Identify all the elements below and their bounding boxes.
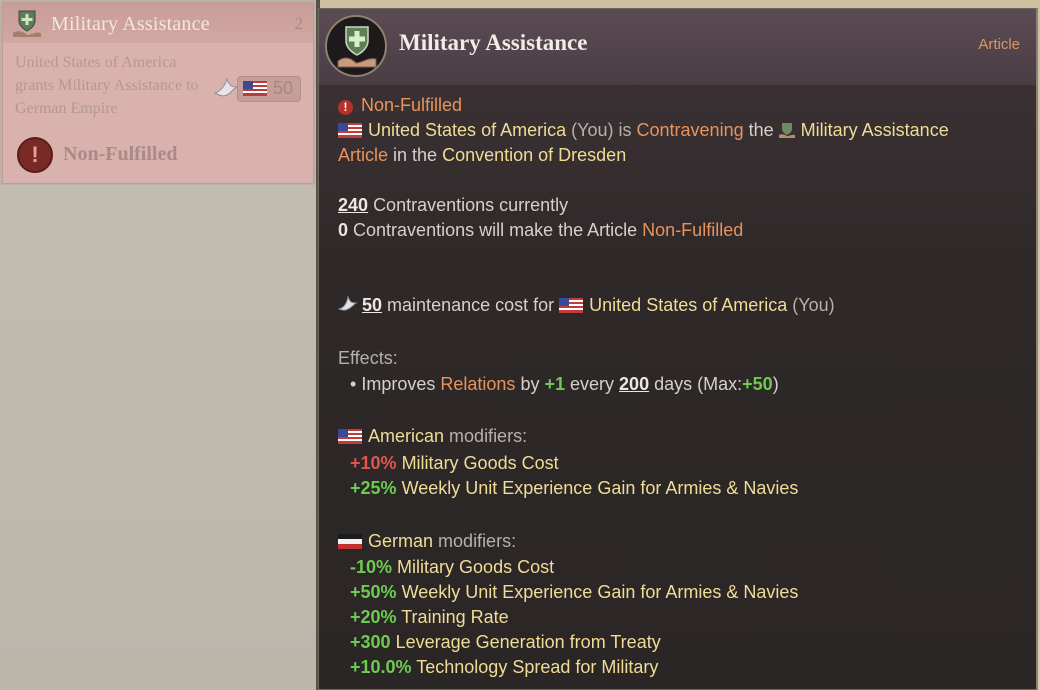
- contraventions-threshold-value: 0: [338, 220, 349, 240]
- country-link[interactable]: United States of America: [368, 120, 566, 140]
- maintenance-value[interactable]: 50: [362, 295, 382, 315]
- german-mod-row: +300 Leverage Generation from Treaty: [338, 630, 661, 654]
- modifier-text: Training Rate: [401, 607, 509, 627]
- article-cost-value: 50: [273, 78, 294, 98]
- convention-line: Article in the Convention of Dresden: [338, 143, 626, 167]
- military-assistance-icon: [13, 10, 41, 37]
- german-mod-row: +10.0% Technology Spread for Military: [338, 655, 658, 679]
- every-text: every: [570, 374, 615, 394]
- maintenance-country-link[interactable]: United States of America: [589, 295, 787, 315]
- military-assistance-small-icon: [778, 123, 795, 138]
- status-line: ! Non-Fulfilled: [338, 93, 462, 117]
- by-text: by: [520, 374, 540, 394]
- german-modifiers-header: German modifiers:: [338, 529, 516, 553]
- contravening-text: Contravening: [636, 120, 744, 140]
- german-mod-row: -10% Military Goods Cost: [338, 555, 554, 579]
- us-flag-icon: [338, 429, 362, 444]
- article-link[interactable]: Military Assistance: [801, 120, 949, 140]
- contravening-line: United States of America (You) is Contra…: [338, 118, 949, 142]
- german-mod-row: +20% Training Rate: [338, 605, 509, 629]
- article-card-status: Non-Fulfilled: [63, 143, 178, 165]
- contraventions-current-line: 240 Contraventions currently: [338, 193, 568, 217]
- tooltip-emblem: [325, 15, 387, 77]
- modifier-text: Military Goods Cost: [397, 557, 555, 577]
- modifier-text: Weekly Unit Experience Gain for Armies &…: [401, 582, 799, 602]
- modifier-value: +20%: [350, 607, 397, 627]
- modifier-text: Leverage Generation from Treaty: [395, 632, 661, 652]
- modifier-text: Technology Spread for Military: [416, 657, 659, 677]
- maintenance-line: 50 maintenance cost for United States of…: [338, 293, 835, 317]
- military-assistance-icon: [337, 26, 377, 68]
- threshold-status: Non-Fulfilled: [642, 220, 744, 240]
- tooltip-header: Military Assistance Article: [319, 9, 1036, 85]
- in-the-text: in the: [393, 145, 438, 165]
- alert-icon: !: [338, 100, 353, 115]
- us-flag-icon: [559, 298, 584, 313]
- modifier-value: +300: [350, 632, 391, 652]
- dove-icon: [338, 295, 358, 311]
- article-count: 2: [294, 14, 304, 33]
- effects-label: Effects:: [338, 348, 398, 368]
- relations-max: +50: [742, 374, 773, 394]
- article-card-title: Military Assistance: [51, 13, 210, 35]
- article-word: Article: [338, 145, 389, 165]
- the-text: the: [748, 120, 774, 140]
- relations-amount: +1: [544, 374, 565, 394]
- improves-text: Improves: [361, 374, 436, 394]
- contraventions-current-text: Contraventions currently: [373, 195, 569, 215]
- days-text: days (Max:: [654, 374, 743, 394]
- modifiers-suffix: modifiers:: [438, 531, 517, 551]
- modifier-value: -10%: [350, 557, 393, 577]
- convention-link[interactable]: Convention of Dresden: [442, 145, 626, 165]
- modifier-value: +10%: [350, 453, 397, 473]
- tooltip-type-label: Article: [978, 36, 1020, 53]
- relations-link[interactable]: Relations: [440, 374, 515, 394]
- contraventions-current-value[interactable]: 240: [338, 195, 368, 215]
- status-text: Non-Fulfilled: [361, 95, 463, 115]
- german-label[interactable]: German: [368, 531, 433, 551]
- german-empire-flag-icon: [338, 534, 362, 549]
- article-tooltip: Military Assistance Article ! Non-Fulfill…: [318, 8, 1038, 690]
- article-card-description: United States of America grants Military…: [15, 54, 199, 117]
- maintenance-text: maintenance cost for: [387, 295, 555, 315]
- tooltip-title: Military Assistance: [399, 30, 588, 55]
- modifier-value: +25%: [350, 478, 397, 498]
- article-card[interactable]: Military Assistance 2 United States of A…: [2, 2, 314, 184]
- american-label[interactable]: American: [368, 426, 444, 446]
- you-text: (You) is: [571, 120, 632, 140]
- alert-icon: !: [17, 137, 53, 173]
- contraventions-threshold-text: Contraventions will make the Article: [353, 220, 638, 240]
- german-mod-row: +50% Weekly Unit Experience Gain for Arm…: [338, 580, 798, 604]
- effects-line: • Improves Relations by +1 every 200 day…: [338, 372, 779, 396]
- days-value[interactable]: 200: [619, 374, 649, 394]
- modifier-value: +10.0%: [350, 657, 412, 677]
- us-flag-icon: [338, 123, 362, 138]
- modifier-text: Weekly Unit Experience Gain for Armies &…: [401, 478, 799, 498]
- close-paren: ): [772, 374, 779, 394]
- us-flag-icon: [243, 81, 267, 96]
- american-mod-row: +10% Military Goods Cost: [338, 451, 559, 475]
- article-cost-badge[interactable]: 50: [213, 73, 303, 103]
- bullet: •: [350, 374, 357, 394]
- panel-background: [0, 185, 318, 690]
- american-modifiers-header: American modifiers:: [338, 424, 527, 448]
- modifier-text: Military Goods Cost: [401, 453, 559, 473]
- modifier-value: +50%: [350, 582, 397, 602]
- contraventions-threshold-line: 0 Contraventions will make the Article N…: [338, 218, 743, 242]
- modifiers-suffix: modifiers:: [449, 426, 528, 446]
- maintenance-you-text: (You): [792, 295, 835, 315]
- american-mod-row: +25% Weekly Unit Experience Gain for Arm…: [338, 476, 798, 500]
